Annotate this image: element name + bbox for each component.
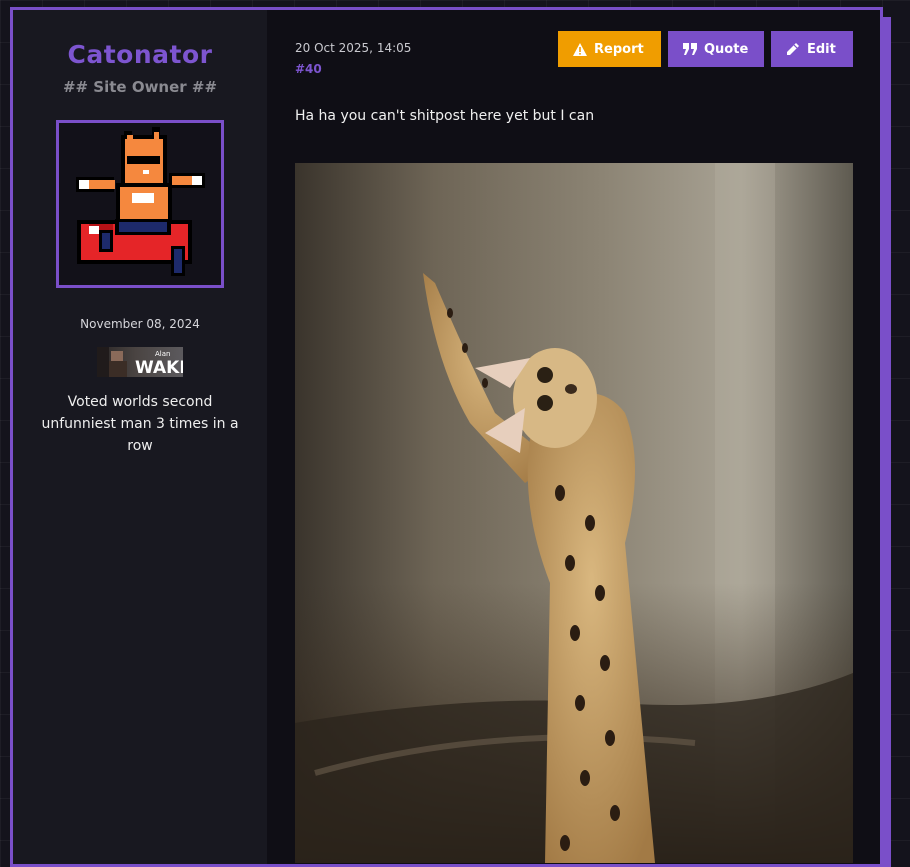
user-rank: ## Site Owner ## — [62, 78, 218, 96]
quote-button[interactable]: Quote — [668, 31, 764, 67]
report-button[interactable]: Report — [558, 31, 661, 67]
post-content: 20 Oct 2025, 14:05 #40 Report Quote Edit… — [267, 10, 880, 864]
avatar[interactable] — [56, 120, 224, 288]
post-image[interactable] — [295, 163, 853, 863]
forum-post: Catonator ## Site Owner ## November 08, … — [10, 7, 883, 867]
quote-icon — [683, 43, 697, 55]
svg-text:WAKE: WAKE — [135, 358, 183, 377]
post-actions: Report Quote Edit — [558, 31, 853, 67]
cat-avatar-icon — [59, 123, 221, 285]
join-date: November 08, 2024 — [80, 317, 200, 331]
post-number[interactable]: #40 — [295, 62, 322, 76]
edit-button[interactable]: Edit — [771, 31, 853, 67]
alan-wake-userbar-icon: Alan WAKE — [97, 347, 191, 378]
post-date: 20 Oct 2025, 14:05 — [295, 41, 412, 55]
post-message: Ha ha you can't shitpost here yet but I … — [295, 108, 595, 124]
pencil-icon — [787, 43, 799, 55]
serval-photo-icon — [295, 163, 853, 863]
user-panel: Catonator ## Site Owner ## November 08, … — [13, 10, 267, 864]
report-label: Report — [594, 41, 644, 57]
userbar: Alan WAKE — [97, 347, 191, 378]
quote-label: Quote — [704, 41, 749, 57]
warning-icon — [573, 42, 587, 56]
edit-label: Edit — [807, 41, 836, 57]
post-meta: 20 Oct 2025, 14:05 #40 — [295, 41, 411, 77]
svg-text:Alan: Alan — [155, 350, 170, 358]
username[interactable]: Catonator — [13, 40, 267, 69]
user-bio: Voted worlds second unfunniest man 3 tim… — [41, 394, 239, 454]
